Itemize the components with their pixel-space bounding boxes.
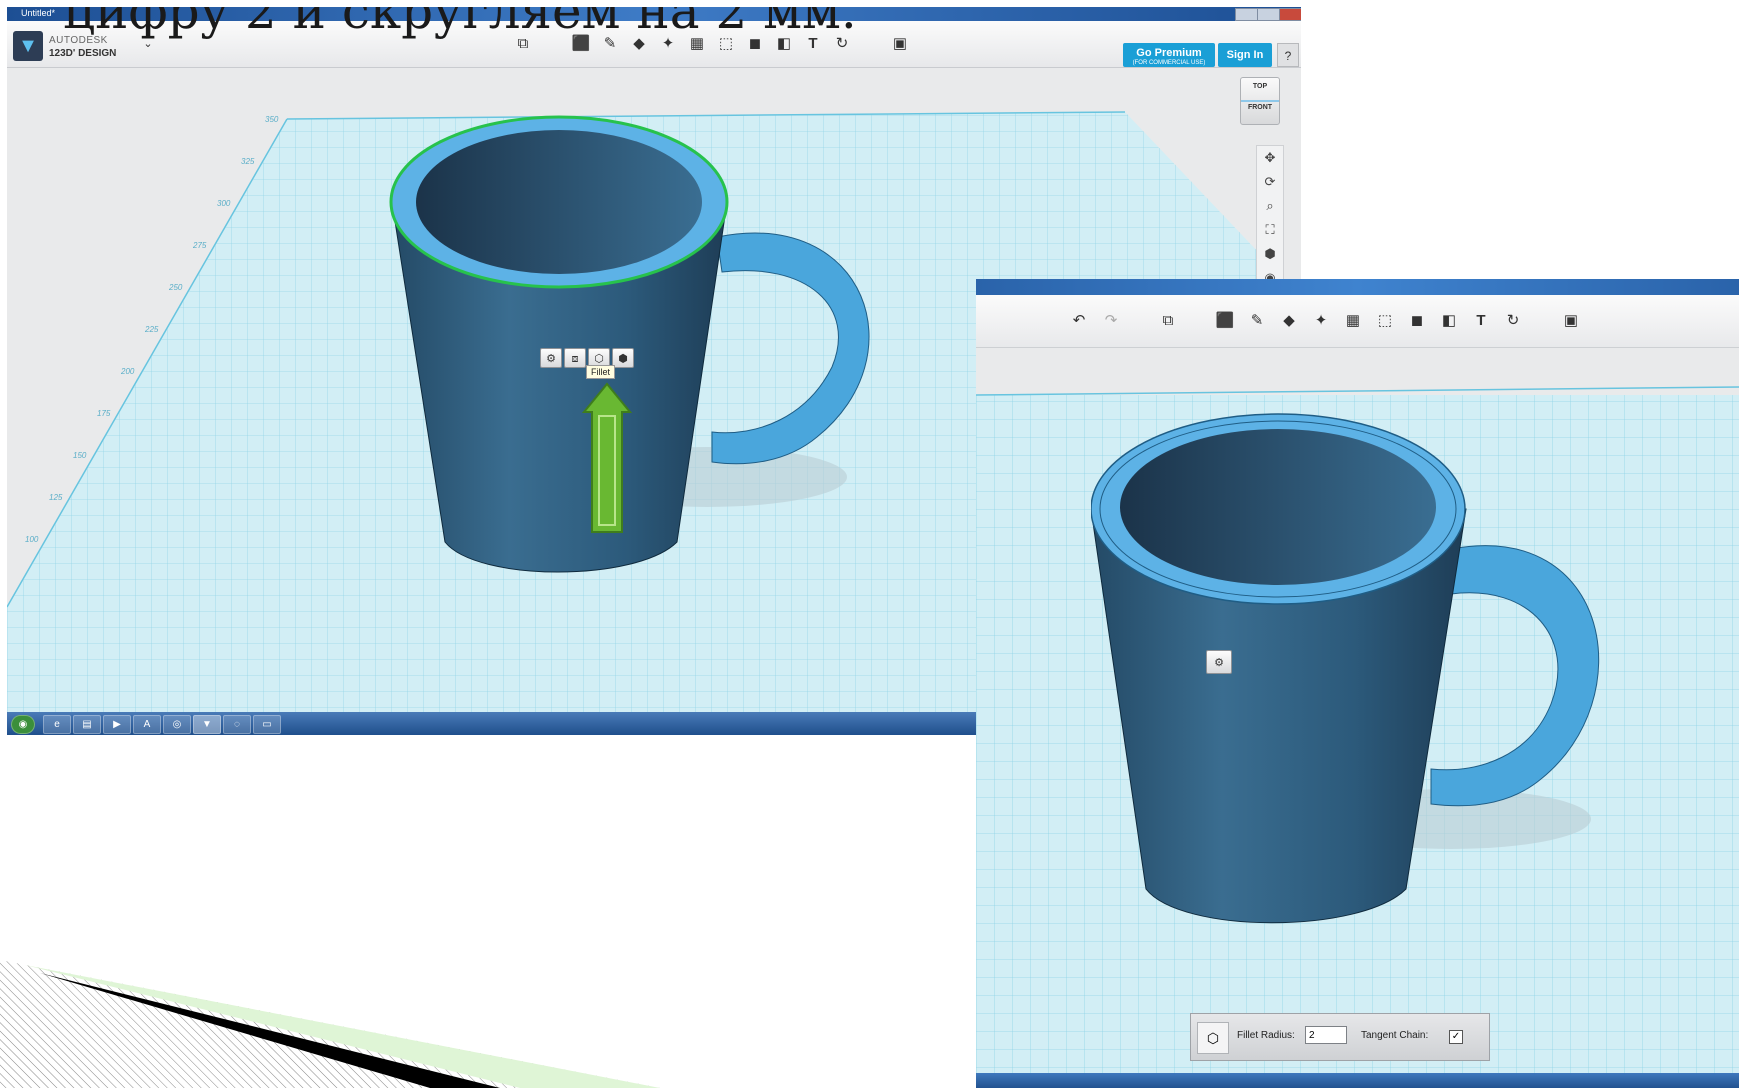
redo-icon[interactable]: ↷ (1100, 310, 1122, 332)
sketch-icon[interactable]: ✎ (1246, 310, 1268, 332)
go-premium-sub: (FOR COMMERCIAL USE) (1132, 60, 1206, 66)
grid-axis-label: 325 (241, 157, 255, 166)
settings-gear-icon[interactable]: ⚙ (1206, 650, 1232, 674)
screenshot-fillet-applied: ⚙ ↶ ↷ ⧉ ⬛ ✎ ◆ ✦ ▦ ⬚ ◼ ◧ T ↻ ▣ ⬡ Fillet R… (976, 279, 1739, 1088)
slide-corner-decoration (0, 960, 660, 1088)
grid-axis-label: 300 (217, 199, 231, 208)
navigation-bar: ✥ ⟳ ⌕ ⛶ ⬢ ◉ (1256, 145, 1284, 297)
start-icon[interactable]: ◉ (11, 715, 35, 734)
minimize-button[interactable] (1235, 8, 1259, 21)
group-icon[interactable]: ⬚ (1374, 310, 1396, 332)
settings-gear-icon[interactable]: ⚙ (540, 348, 562, 368)
modify-icon[interactable]: ✦ (1310, 310, 1332, 332)
grid-axis-label: 125 (49, 493, 63, 502)
fillet-radius-input[interactable] (1305, 1026, 1347, 1044)
tool-icon[interactable]: ⧈ (564, 348, 586, 368)
sign-in-button[interactable]: Sign In (1218, 43, 1272, 67)
mug-model[interactable] (387, 107, 907, 627)
pan-icon[interactable]: ✥ (1257, 146, 1283, 170)
view-cube[interactable]: TOP FRONT (1240, 77, 1280, 125)
main-toolbar-2: ↶ ↷ ⧉ ⬛ ✎ ◆ ✦ ▦ ⬚ ◼ ◧ T ↻ ▣ (976, 295, 1739, 348)
measure-icon[interactable]: ◧ (1438, 310, 1460, 332)
pdf-icon[interactable]: A (133, 715, 161, 734)
mug-model-filleted[interactable] (1091, 399, 1651, 979)
app-logo-icon[interactable]: ▼ (13, 31, 43, 61)
grid-axis-label: 200 (121, 367, 135, 376)
material-icon[interactable]: ▣ (889, 33, 911, 55)
chrome-icon[interactable]: ◎ (163, 715, 191, 734)
view-icon[interactable]: ⬢ (1257, 242, 1283, 266)
text-icon[interactable]: T (1470, 310, 1492, 332)
construct-icon[interactable]: ◆ (1278, 310, 1300, 332)
transform-icon[interactable]: ⧉ (1157, 310, 1179, 332)
close-button[interactable] (1279, 8, 1301, 21)
chamfer-icon[interactable]: ⬢ (612, 348, 634, 368)
app-taskbar-icon[interactable]: ▼ (193, 715, 221, 734)
window-taskbar-icon[interactable]: ▭ (253, 715, 281, 734)
viewcube-front[interactable]: FRONT (1241, 100, 1279, 111)
grid-axis-label: 250 (169, 283, 183, 292)
zoom-icon[interactable]: ⌕ (1257, 194, 1283, 218)
help-button[interactable]: ? (1277, 43, 1299, 67)
grid-axis-label: 275 (193, 241, 207, 250)
tangent-chain-label: Tangent Chain: (1361, 1030, 1429, 1041)
fillet-drag-arrow[interactable] (582, 382, 632, 542)
fit-icon[interactable]: ⛶ (1257, 218, 1283, 242)
snap-icon[interactable]: ↻ (1502, 310, 1524, 332)
browser-icon[interactable]: e (43, 715, 71, 734)
go-premium-button[interactable]: Go Premium (FOR COMMERCIAL USE) (1123, 43, 1215, 67)
grid-axis-label: 225 (145, 325, 159, 334)
tangent-chain-checkbox[interactable]: ✓ (1449, 1030, 1463, 1044)
slide-heading: цифру 2 и скругляем на 2 мм. (63, 7, 857, 40)
grid-axis-label: 175 (97, 409, 111, 418)
combine-icon[interactable]: ◼ (1406, 310, 1428, 332)
window-titlebar-2 (976, 279, 1739, 295)
grid-axis-label: 150 (73, 451, 87, 460)
undo-icon[interactable]: ↶ (1068, 310, 1090, 332)
primitives-icon[interactable]: ⬛ (1214, 310, 1236, 332)
maximize-button[interactable] (1257, 8, 1281, 21)
fillet-panel: ⬡ Fillet Radius: Tangent Chain: ✓ (1190, 1013, 1490, 1061)
go-premium-label: Go Premium (1136, 47, 1202, 59)
media-icon[interactable]: ▶ (103, 715, 131, 734)
folder-icon[interactable]: ▤ (73, 715, 101, 734)
orbit-icon[interactable]: ⟳ (1257, 170, 1283, 194)
bottom-bar (976, 1073, 1739, 1088)
pattern-icon[interactable]: ▦ (1342, 310, 1364, 332)
window-title: Untitled* (21, 8, 56, 18)
fillet-icon: ⬡ (1197, 1022, 1229, 1054)
grid-axis-label: 100 (25, 535, 39, 544)
grid-axis-label: 350 (265, 115, 279, 124)
viewcube-top[interactable]: TOP (1241, 83, 1279, 90)
tool-taskbar-icon[interactable]: ◌ (223, 715, 251, 734)
fillet-tooltip: Fillet (586, 365, 616, 379)
fillet-radius-label: Fillet Radius: (1237, 1030, 1295, 1041)
product-name: 123D' DESIGN (49, 48, 117, 59)
material-icon[interactable]: ▣ (1560, 310, 1582, 332)
